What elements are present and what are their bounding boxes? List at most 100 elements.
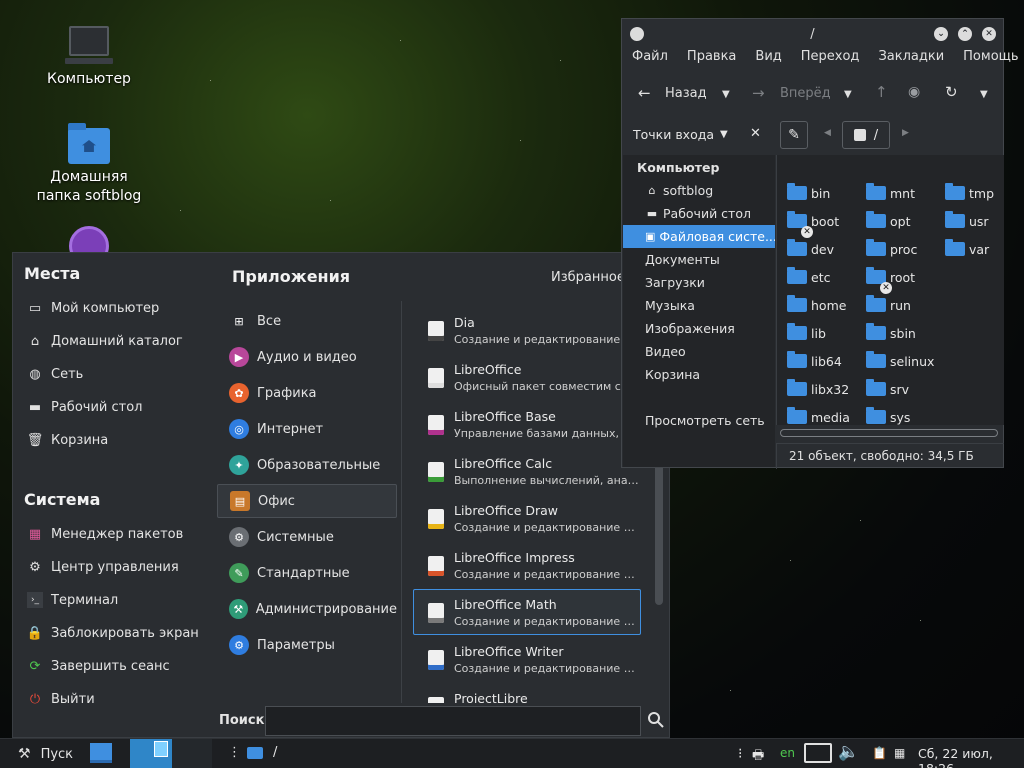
file-item[interactable]: etc xyxy=(787,267,830,287)
edit-path-icon[interactable]: ✎ xyxy=(780,121,808,149)
system-item[interactable]: ⏻ Выйти xyxy=(27,687,95,711)
sidebar-item[interactable]: ▬ Рабочий стол xyxy=(623,202,775,225)
file-item[interactable]: mnt xyxy=(866,183,915,203)
file-item[interactable]: selinux xyxy=(866,351,934,371)
app-item[interactable]: LibreOffice Writer Создание и редактирова… xyxy=(413,636,641,682)
sidebar-item[interactable]: Изображения xyxy=(623,317,775,340)
clipboard-icon[interactable]: 📋 xyxy=(872,746,887,760)
path-segment-root[interactable]: / xyxy=(842,121,890,149)
places-item[interactable]: ▬ Рабочий стол xyxy=(27,395,143,419)
back-arrow-icon[interactable]: ← xyxy=(638,84,651,102)
app-item[interactable]: Dia Создание и редактирование диагр... xyxy=(413,307,641,353)
file-item[interactable]: sbin xyxy=(866,323,916,343)
menu-item[interactable]: Переход xyxy=(801,49,860,64)
file-item[interactable]: lib64 xyxy=(787,351,842,371)
system-item[interactable]: ▦ Менеджер пакетов xyxy=(27,522,183,546)
file-item[interactable]: media xyxy=(787,407,850,427)
file-item[interactable]: sys xyxy=(866,407,910,427)
file-item[interactable]: dev xyxy=(787,239,834,259)
forward-button[interactable]: Вперёд xyxy=(780,86,831,101)
file-item[interactable]: usr xyxy=(945,211,989,231)
places-item[interactable]: ▭ Мой компьютер xyxy=(27,296,159,320)
search-input[interactable] xyxy=(265,706,641,736)
desktop-icon-home[interactable]: Домашняя папка softblog xyxy=(29,123,149,206)
category-item[interactable]: ⊞ Все xyxy=(217,304,397,338)
more-chevron-icon[interactable]: ▼ xyxy=(980,89,988,100)
clock[interactable]: Сб, 22 июл, 18:26 xyxy=(918,746,1024,768)
desktop-icon-computer[interactable]: Компьютер xyxy=(29,26,149,89)
menu-item[interactable]: Помощь xyxy=(963,49,1018,64)
category-item[interactable]: ⚙ Параметры xyxy=(217,628,397,662)
minimize-icon[interactable]: ⌄ xyxy=(934,27,948,41)
places-item[interactable]: 🗑 Корзина xyxy=(27,428,109,452)
path-scroll-left-icon[interactable]: ◀ xyxy=(824,128,831,138)
file-item[interactable]: bin xyxy=(787,183,830,203)
reload-icon[interactable]: ↻ xyxy=(945,83,958,101)
places-item[interactable]: ◍ Сеть xyxy=(27,362,83,386)
app-item[interactable]: LibreOffice Base Управление базами данных… xyxy=(413,401,641,447)
workspace-3[interactable] xyxy=(172,739,212,768)
sidebar-item[interactable]: ⌂ softblog xyxy=(623,179,775,202)
sidebar-item[interactable]: ▣ Файловая систе... xyxy=(623,225,775,248)
close-sidebar-icon[interactable]: ✕ xyxy=(750,126,761,141)
file-item[interactable]: var xyxy=(945,239,989,259)
sidebar-item[interactable]: Документы xyxy=(623,248,775,271)
sidebar-item[interactable]: Корзина xyxy=(623,363,775,386)
app-item[interactable]: LibreOffice Draw Создание и редактировани… xyxy=(413,495,641,541)
file-item[interactable]: ✕ root xyxy=(866,267,915,294)
printer-icon[interactable]: 🖶 xyxy=(752,746,764,768)
home-target-icon[interactable]: ◉ xyxy=(908,84,920,100)
tray-handle-icon[interactable]: ⁝ xyxy=(738,746,742,762)
search-icon[interactable] xyxy=(647,711,665,729)
up-arrow-icon[interactable]: ↑ xyxy=(875,83,888,101)
workspace-1[interactable] xyxy=(90,743,112,763)
category-item[interactable]: ◎ Интернет xyxy=(217,412,397,446)
menu-item[interactable]: Файл xyxy=(632,49,668,64)
sidebar-item[interactable]: Просмотреть сеть xyxy=(623,409,775,432)
file-item[interactable]: proc xyxy=(866,239,917,259)
sidebar-selector[interactable]: Точки входа xyxy=(633,127,714,142)
workspace-2[interactable] xyxy=(130,739,172,768)
close-icon[interactable]: ✕ xyxy=(982,27,996,41)
category-item[interactable]: ✦ Образовательные xyxy=(217,448,397,482)
back-history-chevron-icon[interactable]: ▼ xyxy=(722,89,730,100)
category-item[interactable]: ▤ Офис xyxy=(217,484,397,518)
file-item[interactable]: opt xyxy=(866,211,910,231)
category-item[interactable]: ✎ Стандартные xyxy=(217,556,397,590)
sidebar-item[interactable]: Загрузки xyxy=(623,271,775,294)
category-item[interactable]: ✿ Графика xyxy=(217,376,397,410)
system-item[interactable]: ›_ Терминал xyxy=(27,588,118,612)
back-button[interactable]: Назад xyxy=(665,86,707,101)
system-item[interactable]: 🔒 Заблокировать экран xyxy=(27,621,199,645)
file-item[interactable]: libx32 xyxy=(787,379,849,399)
file-item[interactable]: ✕ boot xyxy=(787,211,839,238)
maximize-icon[interactable]: ⌃ xyxy=(958,27,972,41)
keyboard-layout[interactable]: en xyxy=(780,746,795,760)
menu-item[interactable]: Правка xyxy=(687,49,736,64)
taskbar-window-file-manager[interactable]: ⋮ / xyxy=(228,745,277,760)
horizontal-scrollbar[interactable] xyxy=(780,429,998,437)
menu-item[interactable]: Закладки xyxy=(878,49,944,64)
system-item[interactable]: ⚙ Центр управления xyxy=(27,555,179,579)
display-icon[interactable] xyxy=(804,743,832,763)
sidebar-item[interactable]: Музыка xyxy=(623,294,775,317)
category-item[interactable]: ⚙ Системные xyxy=(217,520,397,554)
volume-icon[interactable]: 🔈 xyxy=(838,742,859,762)
file-item[interactable]: lib xyxy=(787,323,826,343)
forward-arrow-icon[interactable]: → xyxy=(752,84,765,102)
app-item[interactable]: LibreOffice Impress Создание и редактиров… xyxy=(413,542,641,588)
forward-history-chevron-icon[interactable]: ▼ xyxy=(844,89,852,100)
app-item[interactable]: LibreOffice Math Создание и редактировани… xyxy=(413,589,641,635)
app-item[interactable]: ProjectLibre xyxy=(413,683,641,703)
app-item[interactable]: LibreOffice Офисный пакет совместим с отк… xyxy=(413,354,641,400)
system-item[interactable]: ⟳ Завершить сеанс xyxy=(27,654,170,678)
sidebar-item[interactable]: Видео xyxy=(623,340,775,363)
category-item[interactable]: ⚒ Администрирование xyxy=(217,592,397,626)
file-item[interactable]: run xyxy=(866,295,911,315)
category-item[interactable]: ▶ Аудио и видео xyxy=(217,340,397,374)
places-item[interactable]: ⌂ Домашний каталог xyxy=(27,329,183,353)
menu-item[interactable]: Вид xyxy=(755,49,781,64)
file-item[interactable]: tmp xyxy=(945,183,994,203)
desktop-icon-app[interactable] xyxy=(29,226,149,252)
sidebar-selector-chevron-icon[interactable]: ▼ xyxy=(720,129,728,140)
